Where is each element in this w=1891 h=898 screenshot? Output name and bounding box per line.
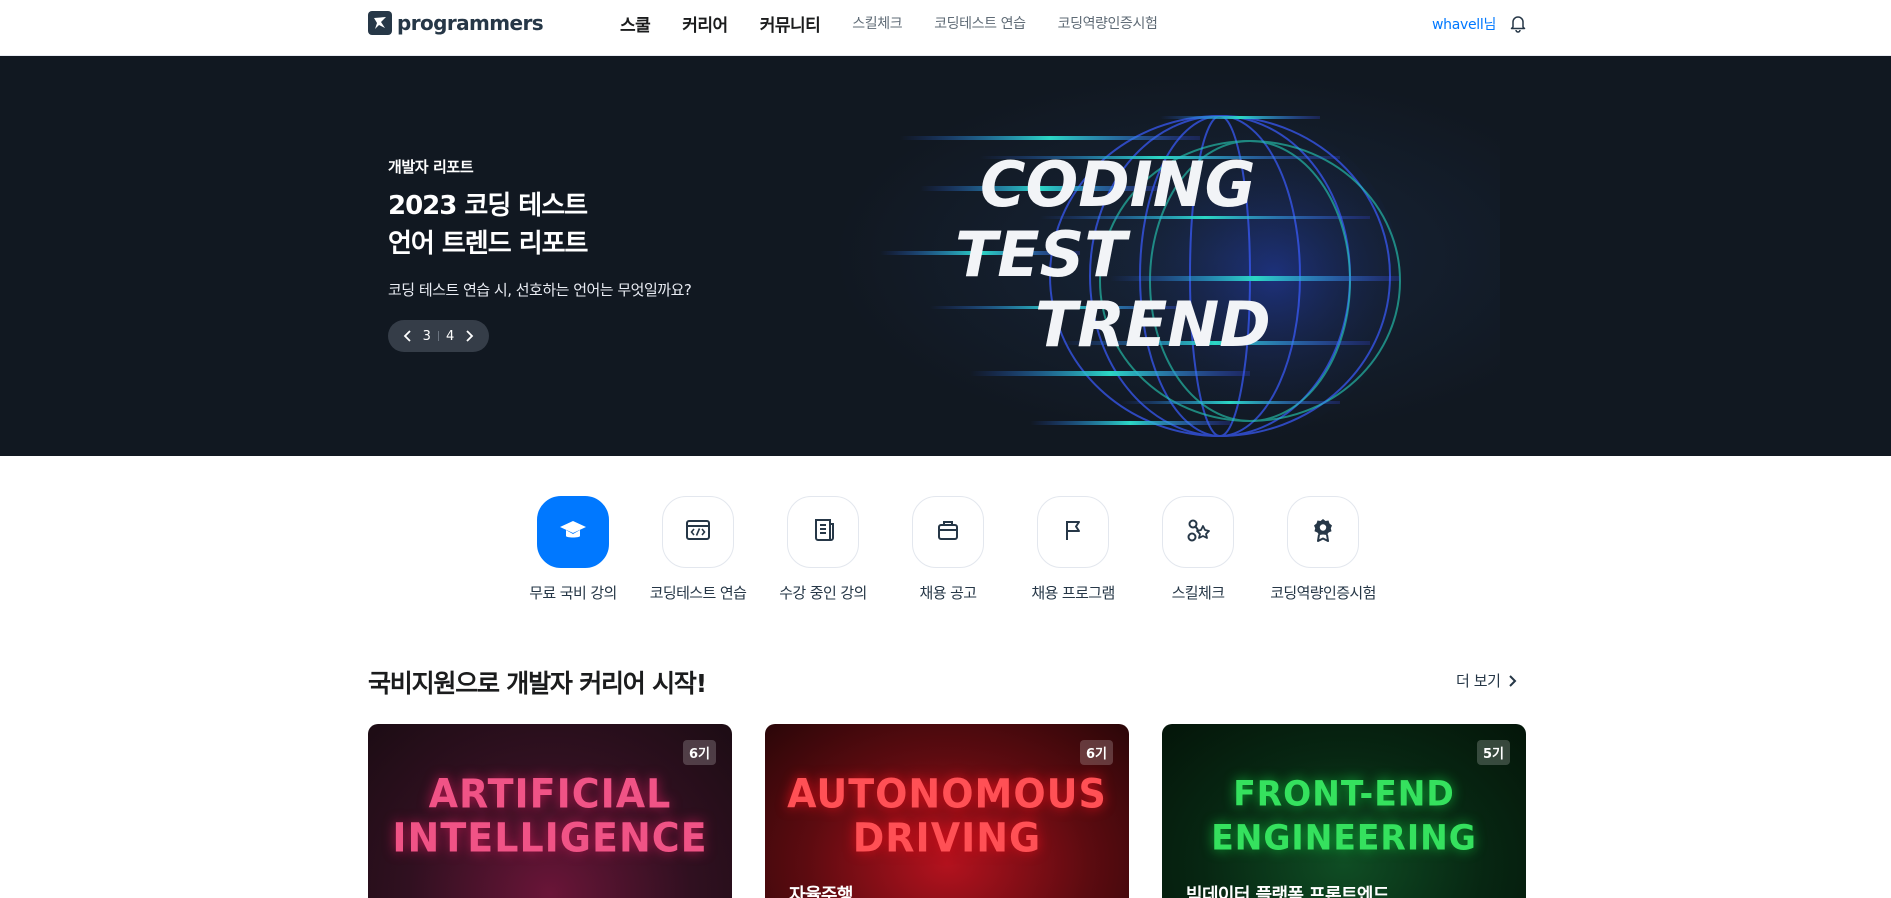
shortcut-box [537,496,609,568]
shortcut-label: 수강 중인 강의 [779,584,867,602]
shortcut-label: 무료 국비 강의 [529,584,617,602]
pager-current: 3 [422,328,431,344]
card-subtitle: 자율주행 [789,885,853,898]
art-line-trend: TREND [1035,288,1271,361]
pager-total: 4 [446,328,455,344]
nav-item-school[interactable]: 스쿨 [620,11,651,36]
shortcut-label: 스킬체크 [1171,584,1225,602]
logo-text: programmers [397,11,544,35]
shortcut-box [1287,496,1359,568]
chevron-left-icon[interactable] [400,328,416,344]
award-icon [1309,516,1337,548]
card-art-line1: AUTONOMOUS [787,770,1107,818]
cohort-badge: 6기 [682,740,716,765]
shortcut-label: 코딩역량인증시험 [1270,584,1376,602]
art-line-coding: CODING [980,148,1256,221]
shortcut-box [1162,496,1234,568]
card-art-title: AUTONOMOUS DRIVING [787,772,1107,860]
shortcut-box [662,496,734,568]
shortcut-hiring-program[interactable]: 채용 프로그램 [1013,496,1133,603]
shortcut-box [1037,496,1109,568]
banner-title: 2023 코딩 테스트 언어 트렌드 리포트 [388,187,691,263]
hero-banner[interactable]: 개발자 리포트 2023 코딩 테스트 언어 트렌드 리포트 코딩 테스트 연습… [0,56,1891,456]
more-link[interactable]: 더 보기 [1456,670,1517,691]
nav-item-coding-test-practice[interactable]: 코딩테스트 연습 [934,13,1026,33]
banner-text: 개발자 리포트 2023 코딩 테스트 언어 트렌드 리포트 코딩 테스트 연습… [388,156,692,352]
banner-description: 코딩 테스트 연습 시, 선호하는 언어는 무엇일까요? [388,281,692,299]
nav-item-skillcheck[interactable]: 스킬체크 [852,13,902,33]
coding-test-trend-illustration: CODING TEST TREND [880,106,1401,446]
shortcut-label: 코딩테스트 연습 [649,584,747,602]
bell-icon[interactable] [1508,13,1528,33]
card-art-line2: ENGINEERING [1211,817,1477,858]
shortcut-coding-test[interactable]: 코딩테스트 연습 [638,496,758,603]
section-title: 국비지원으로 개발자 커리어 시작! [368,669,707,698]
course-card-autonomous-driving[interactable]: 6기 AUTONOMOUS DRIVING 자율주행 [765,724,1129,898]
nav-item-career[interactable]: 커리어 [682,11,728,36]
card-art-line2: INTELLIGENCE [392,814,708,862]
banner-title-line2: 언어 트렌드 리포트 [388,229,588,259]
banner-pager: 3 4 [388,320,489,352]
code-window-icon [684,516,712,548]
chevron-right-icon[interactable] [461,328,477,344]
shortcut-label: 채용 프로그램 [1031,584,1115,602]
user-menu[interactable]: whavell님 [1432,14,1496,34]
card-art-title: FRONT-END ENGINEERING [1184,772,1504,860]
card-art-title: ARTIFICIAL INTELLIGENCE [390,772,710,860]
shortcut-menu: 무료 국비 강의 코딩테스트 연습 수강 중인 강의 채용 공고 채용 프로그램… [0,496,1891,606]
nav-item-certification-exam[interactable]: 코딩역량인증시험 [1058,13,1158,33]
main-nav: 스쿨 커리어 커뮤니티 스킬체크 코딩테스트 연습 코딩역량인증시험 [620,0,1189,46]
art-line-test: TEST [955,218,1131,291]
document-icon [809,516,837,548]
chevron-right-icon [1508,674,1516,687]
card-art-line1: FRONT-END [1233,772,1455,814]
shortcut-job-posts[interactable]: 채용 공고 [888,496,1008,603]
shortcut-label: 채용 공고 [919,584,978,602]
shortcut-my-courses[interactable]: 수강 중인 강의 [763,496,883,603]
shortcut-box [912,496,984,568]
briefcase-icon [934,516,962,548]
top-header: programmers 스쿨 커리어 커뮤니티 스킬체크 코딩테스트 연습 코딩… [0,0,1891,56]
pager-divider [437,331,439,341]
shortcut-box [787,496,859,568]
card-subtitle: 빅데이터 플랫폼 프론트엔드 [1186,885,1389,898]
cohort-badge: 5기 [1476,740,1510,765]
shortcut-free-course[interactable]: 무료 국비 강의 [513,496,633,603]
nav-item-community[interactable]: 커뮤니티 [760,11,821,36]
card-art-line2: DRIVING [852,814,1042,862]
shortcut-skillcheck[interactable]: 스킬체크 [1138,496,1258,603]
skill-nodes-icon [1184,516,1212,548]
cohort-badge: 6기 [1079,740,1113,765]
course-card-frontend[interactable]: 5기 FRONT-END ENGINEERING 빅데이터 플랫폼 프론트엔드 [1162,724,1526,898]
more-label: 더 보기 [1456,672,1501,690]
programmers-logo[interactable]: programmers [368,10,544,36]
banner-title-line1: 2023 코딩 테스트 [388,191,588,221]
card-art-line1: ARTIFICIAL [428,770,672,818]
shortcut-certification-exam[interactable]: 코딩역량인증시험 [1263,496,1383,603]
programmers-logo-icon [368,11,392,35]
flag-icon [1059,516,1087,548]
course-card-ai[interactable]: 6기 ARTIFICIAL INTELLIGENCE [368,724,732,898]
banner-eyebrow: 개발자 리포트 [388,158,474,176]
graduation-cap-icon [558,515,588,549]
